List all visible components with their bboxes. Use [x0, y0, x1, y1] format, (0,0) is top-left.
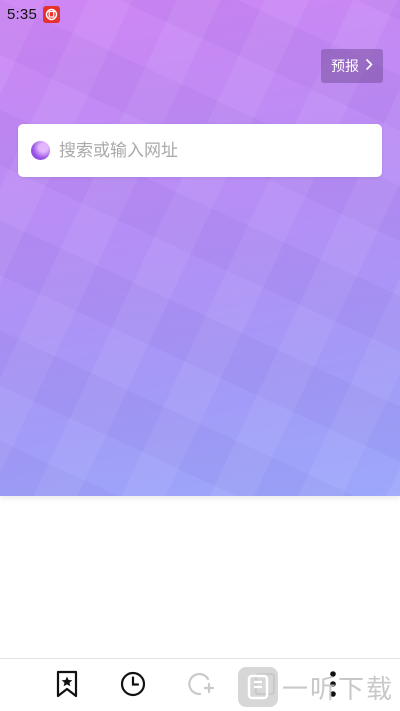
browser-logo-icon: [31, 141, 50, 160]
history-button[interactable]: [118, 671, 148, 701]
tabs-button[interactable]: [250, 671, 280, 701]
forecast-label: 预报: [331, 59, 359, 75]
tabs-icon: [253, 671, 277, 701]
search-input[interactable]: [59, 140, 349, 161]
chevron-right-icon: [365, 58, 373, 75]
forecast-button[interactable]: 预报: [321, 49, 383, 83]
bookmarks-button[interactable]: [52, 670, 82, 702]
browser-home-screen: 5:35 预报 搜索或输入网址 一听下载: [0, 0, 400, 711]
status-bar: 5:35: [0, 0, 400, 28]
bookmark-star-icon: [55, 670, 79, 702]
clock-history-icon: [120, 671, 146, 701]
refresh-add-button[interactable]: [185, 671, 215, 701]
status-time: 5:35: [7, 5, 37, 23]
refresh-add-icon: [186, 670, 215, 702]
more-menu-button[interactable]: [318, 671, 348, 701]
search-bar[interactable]: [18, 124, 382, 177]
app-notification-icon: [43, 5, 60, 23]
more-vertical-icon: [329, 670, 337, 702]
bottom-navigation: [0, 658, 400, 711]
